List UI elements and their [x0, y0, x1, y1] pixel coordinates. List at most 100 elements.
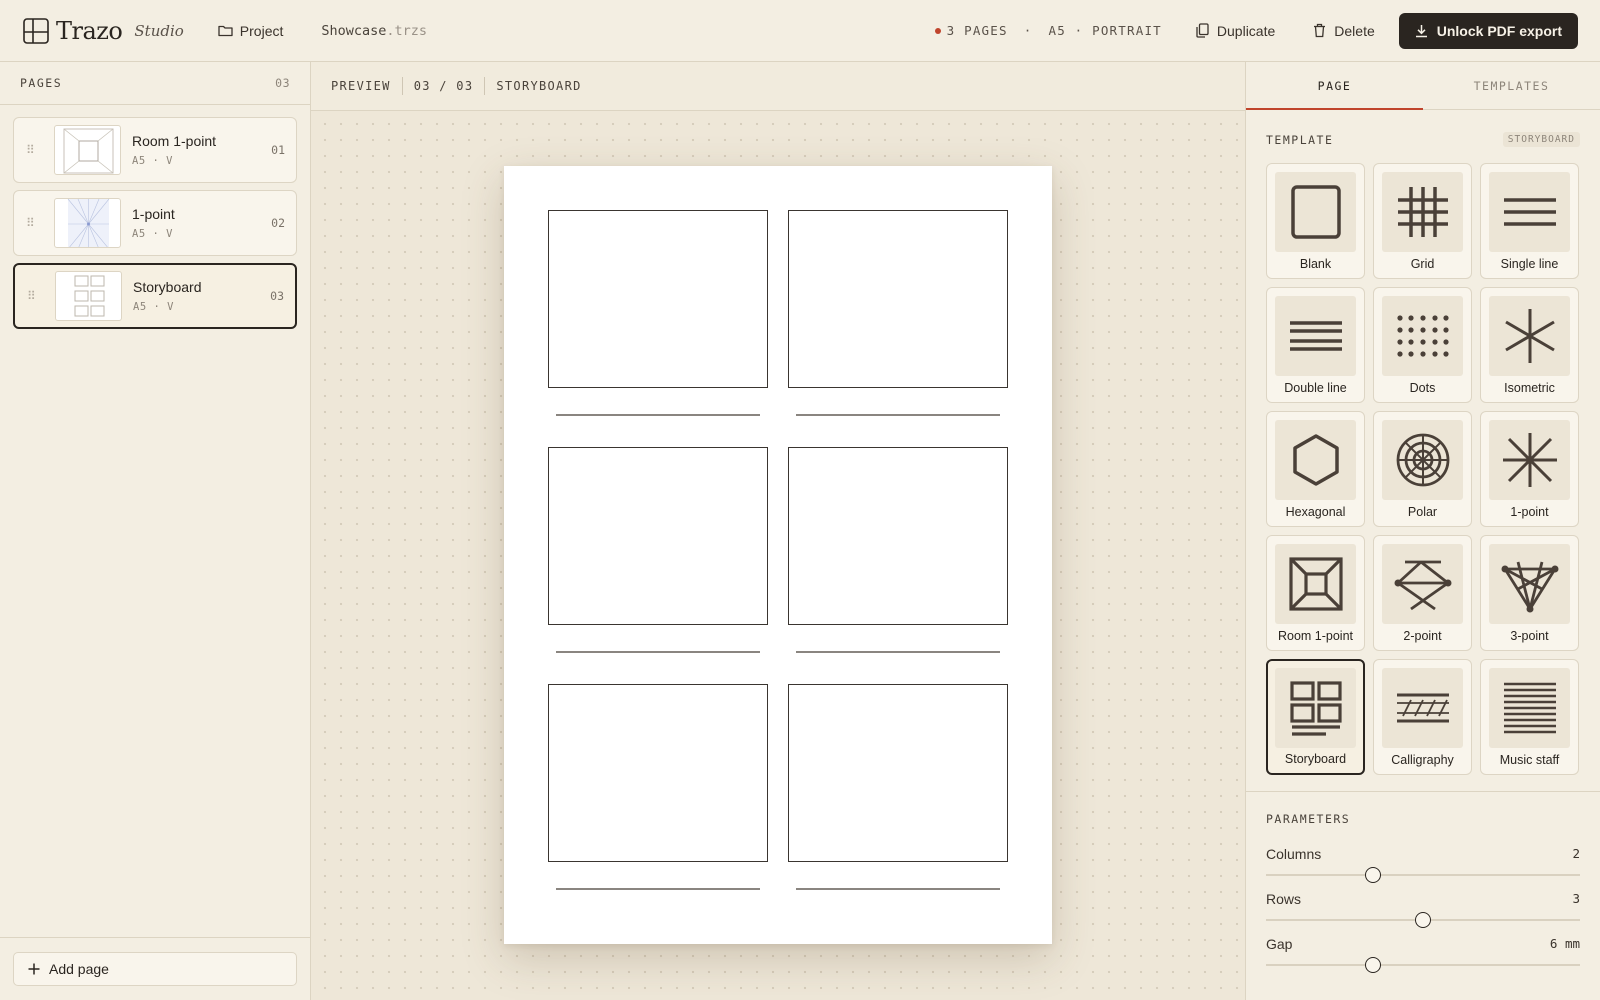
document-status: 3 PAGES · A5 · PORTRAIT [934, 23, 1162, 38]
template-label: Storyboard [1284, 752, 1347, 766]
one-point-icon [1502, 433, 1557, 487]
param-value: 6 mm [1549, 936, 1580, 951]
slider-knob[interactable] [1364, 867, 1381, 883]
template-blank[interactable]: Blank [1266, 163, 1365, 279]
template-dots[interactable]: Dots [1373, 287, 1472, 403]
template-grid: Blank Grid Single line Double line Dots [1246, 163, 1600, 775]
storyboard-frame [548, 447, 768, 625]
template-room-1-point[interactable]: Room 1-point [1266, 535, 1365, 651]
template-3-point[interactable]: 3-point [1480, 535, 1579, 651]
template-storyboard[interactable]: Storyboard [1266, 659, 1365, 775]
template-music-staff[interactable]: Music staff [1480, 659, 1579, 775]
caption-line [796, 888, 1000, 890]
drag-handle-icon[interactable]: ⠿ [26, 216, 42, 230]
rows-slider[interactable] [1266, 909, 1580, 931]
template-grid-option[interactable]: Grid [1373, 163, 1472, 279]
panel-tabs: PAGE TEMPLATES [1246, 62, 1600, 110]
logo[interactable]: Trazo Studio [22, 17, 184, 45]
project-button[interactable]: Project [218, 22, 284, 39]
drag-handle-icon[interactable]: ⠿ [26, 143, 42, 157]
template-polar[interactable]: Polar [1373, 411, 1472, 527]
pages-sidebar: PAGES 03 ⠿ Room 1-point A5 · V 01 ⠿ 1-po… [0, 62, 311, 1000]
template-2-point[interactable]: 2-point [1373, 535, 1472, 651]
storyboard-frame [788, 684, 1008, 862]
template-label: Double line [1284, 381, 1347, 395]
template-double-line[interactable]: Double line [1266, 287, 1365, 403]
template-heading: TEMPLATE [1266, 132, 1334, 147]
slider-track [1266, 964, 1580, 966]
preview-area: PREVIEW 03 / 03 STORYBOARD [311, 62, 1245, 1000]
logo-mark-icon [23, 17, 49, 44]
status-dot [934, 27, 941, 34]
preview-breadcrumb: PREVIEW 03 / 03 STORYBOARD [311, 62, 1245, 111]
page-number: 02 [271, 216, 285, 230]
download-icon [1415, 24, 1427, 37]
page-card-1-point[interactable]: ⠿ 1-point A5 · V 02 [13, 190, 297, 256]
param-rows: Rows 3 [1246, 891, 1600, 931]
template-label: 1-point [1510, 505, 1549, 519]
isometric-icon [1504, 309, 1555, 363]
page-meta: A5 · V [133, 301, 174, 313]
page-card-storyboard[interactable]: ⠿ Storyboard A5 · V 03 [13, 263, 297, 329]
music-staff-icon [1503, 682, 1556, 734]
template-single-line[interactable]: Single line [1480, 163, 1579, 279]
param-gap: Gap 6 mm [1246, 936, 1600, 976]
slider-track [1266, 874, 1580, 876]
single-line-icon [1503, 198, 1556, 226]
blank-icon [1290, 185, 1341, 239]
delete-button[interactable]: Delete [1313, 23, 1375, 39]
template-section-header: TEMPLATE STORYBOARD [1246, 132, 1600, 147]
preview-label: PREVIEW [331, 79, 391, 93]
page-position: 03 / 03 [413, 79, 474, 93]
pages-title: PAGES [20, 76, 63, 90]
caption-line [556, 888, 760, 890]
template-calligraphy[interactable]: Calligraphy [1373, 659, 1472, 775]
project-label: Project [239, 22, 284, 39]
file-extension: .trzs [386, 22, 428, 39]
columns-slider[interactable] [1266, 864, 1580, 886]
duplicate-button[interactable]: Duplicate [1196, 23, 1275, 39]
status-pages: 3 PAGES [946, 23, 1008, 38]
unlock-pdf-export-button[interactable]: Unlock PDF export [1398, 12, 1578, 49]
dots-icon [1396, 315, 1449, 357]
unlock-label: Unlock PDF export [1436, 22, 1562, 39]
page-thumbnail [54, 125, 121, 175]
add-page-button[interactable]: Add page [13, 952, 297, 986]
gap-slider[interactable] [1266, 954, 1580, 976]
three-point-icon [1501, 561, 1558, 613]
slider-knob[interactable] [1364, 957, 1381, 973]
template-label: Blank [1299, 257, 1332, 271]
section-divider [1246, 791, 1600, 792]
template-isometric[interactable]: Isometric [1480, 287, 1579, 403]
storyboard-frame [548, 210, 768, 388]
page-number: 01 [271, 143, 285, 157]
file-name[interactable]: Showcase.trzs [321, 23, 427, 39]
page-sheet[interactable] [504, 166, 1052, 944]
storyboard-frame [788, 210, 1008, 388]
page-name: Storyboard [133, 279, 202, 295]
sidebar-footer: Add page [0, 937, 310, 1000]
template-1-point[interactable]: 1-point [1480, 411, 1579, 527]
template-label: Room 1-point [1277, 629, 1354, 643]
tab-templates[interactable]: TEMPLATES [1423, 62, 1600, 109]
tab-page[interactable]: PAGE [1246, 62, 1423, 110]
preview-template: STORYBOARD [496, 79, 582, 93]
duplicate-label: Duplicate [1216, 22, 1276, 39]
template-hexagonal[interactable]: Hexagonal [1266, 411, 1365, 527]
slider-knob[interactable] [1415, 912, 1431, 928]
param-columns: Columns 2 [1246, 846, 1600, 886]
two-point-icon [1394, 560, 1451, 611]
param-value: 2 [1572, 846, 1580, 861]
drag-handle-icon[interactable]: ⠿ [27, 289, 43, 303]
template-label: Polar [1407, 505, 1438, 519]
caption-line [796, 414, 1000, 416]
file-base: Showcase [321, 22, 387, 39]
template-label: 2-point [1403, 629, 1442, 643]
add-page-label: Add page [49, 961, 109, 977]
page-number: 03 [270, 289, 284, 303]
current-template-tag: STORYBOARD [1502, 132, 1580, 147]
page-card-room-1-point[interactable]: ⠿ Room 1-point A5 · V 01 [13, 117, 297, 183]
template-label: Hexagonal [1285, 505, 1346, 519]
page-thumbnail [54, 198, 121, 248]
parameters-section-header: PARAMETERS [1246, 812, 1600, 826]
